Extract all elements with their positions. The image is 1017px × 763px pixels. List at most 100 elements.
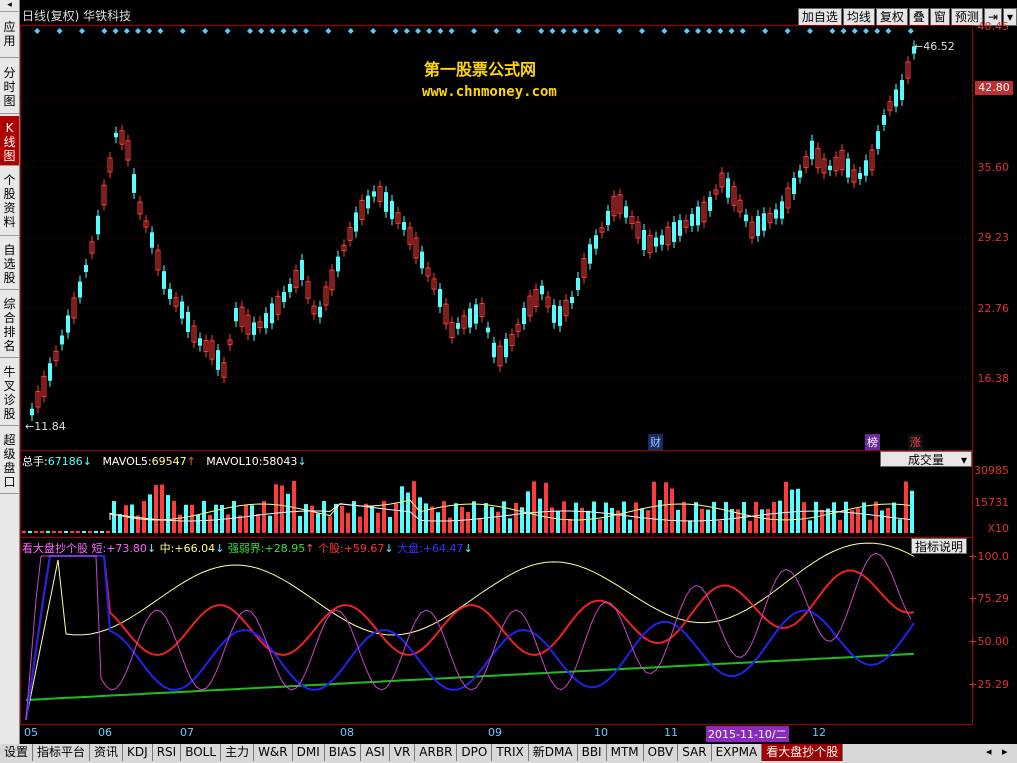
candle-body	[690, 214, 694, 226]
volume-bar	[844, 501, 848, 533]
indicator-tab[interactable]: RSI	[153, 744, 182, 761]
indicator-tab[interactable]: ASI	[361, 744, 390, 761]
volume-bar	[172, 501, 176, 533]
candle-body	[876, 131, 880, 149]
volume-bar	[406, 492, 410, 533]
candle-body	[894, 89, 898, 107]
month-label: 09	[488, 726, 502, 739]
volume-bar	[640, 508, 644, 533]
volume-bar	[688, 520, 692, 533]
month-label: 12	[812, 726, 826, 739]
chart-canvas[interactable]	[0, 0, 1017, 763]
signal-diamond-icon	[717, 28, 724, 34]
signal-diamond-icon	[347, 28, 354, 34]
indicator-tab[interactable]: TRIX	[492, 744, 529, 761]
volume-bar	[358, 516, 362, 533]
finance-tag[interactable]: 财	[648, 434, 663, 450]
indicator-tab[interactable]: 指标平台	[33, 744, 91, 761]
list-tag[interactable]: 榜	[865, 434, 880, 450]
signal-diamond-icon	[258, 28, 265, 34]
volume-bar	[322, 501, 326, 533]
volume-bar	[790, 489, 794, 533]
indicator-tab[interactable]: OBV	[644, 744, 679, 761]
indicator-tab[interactable]: SAR	[678, 744, 712, 761]
indicator-tab[interactable]: 新DMA	[529, 744, 578, 761]
candle-body	[168, 289, 172, 299]
volume-bar	[28, 531, 32, 533]
candle-body	[486, 327, 490, 333]
volume-bar	[748, 520, 752, 533]
candle-body	[552, 305, 556, 323]
stock-line	[25, 555, 915, 721]
signal-diamond-icon	[840, 28, 847, 34]
indicator-tab[interactable]: 看大盘抄个股	[762, 744, 844, 761]
cursor-date-label: 2015-11-10/二	[706, 726, 789, 742]
month-label: 07	[180, 726, 194, 739]
candle-body	[696, 206, 700, 226]
volume-bar	[202, 501, 206, 533]
signal-diamond-icon	[179, 28, 186, 34]
candle-body	[594, 235, 598, 249]
indicator-tab[interactable]: ARBR	[415, 744, 458, 761]
volume-axis-label: 15731	[974, 496, 1009, 509]
indicator-tab[interactable]: MTM	[607, 744, 644, 761]
volume-bar	[760, 509, 764, 533]
volume-bar	[196, 514, 200, 533]
candle-body	[576, 277, 580, 291]
indicator-tab[interactable]: 设置	[0, 744, 34, 761]
indicator-tab[interactable]: 主力	[221, 744, 255, 761]
scroll-right-icon[interactable]: ▸	[1002, 745, 1008, 758]
indicator-axis-label: +75.29	[968, 592, 1009, 605]
signal-diamond-icon	[807, 28, 813, 34]
volume-bar	[214, 504, 218, 533]
signal-diamond-icon	[34, 28, 41, 34]
volume-bar	[796, 488, 800, 533]
limit-up-tag[interactable]: 涨	[908, 434, 923, 450]
indicator-tab[interactable]: BIAS	[325, 744, 362, 761]
signal-diamond-icon	[571, 28, 578, 34]
indicator-tab[interactable]: EXPMA	[712, 744, 763, 761]
volume-bar	[118, 514, 122, 533]
indicator-tab[interactable]: DMI	[293, 744, 325, 761]
volume-indicator-select[interactable]: 成交量 ▾	[880, 451, 972, 467]
signal-diamond-icon	[907, 28, 914, 34]
candle-body	[372, 191, 376, 197]
candle-body	[354, 212, 358, 232]
signal-diamond-icon	[471, 28, 477, 34]
signal-diamond-icon	[885, 28, 892, 34]
candle-body	[162, 271, 166, 289]
signal-diamond-icon	[56, 28, 63, 34]
indicator-tab[interactable]: KDJ	[123, 744, 153, 761]
volume-bar	[262, 501, 266, 533]
signal-diamond-icon	[739, 28, 746, 34]
volume-bar	[850, 510, 854, 533]
indicator-tab[interactable]: W&R	[254, 744, 293, 761]
volume-bar	[244, 504, 248, 533]
indicator-help-button[interactable]: 指标说明	[911, 538, 968, 554]
volume-bar	[874, 501, 878, 533]
volume-bar	[280, 485, 284, 533]
volume-bar	[370, 506, 374, 533]
volume-bar	[250, 505, 254, 533]
candle-body	[468, 308, 472, 328]
volume-bar	[604, 502, 608, 533]
candle-body	[336, 256, 340, 272]
indicator-tab[interactable]: BOLL	[181, 744, 222, 761]
signal-diamond-icon	[661, 28, 668, 34]
candle-body	[402, 222, 406, 230]
indicator-tab[interactable]: 资讯	[90, 744, 124, 761]
short-line	[25, 552, 912, 721]
volume-bar	[886, 508, 890, 533]
signal-diamond-icon	[583, 28, 589, 34]
high-marker: ←46.52	[914, 40, 955, 53]
volume-bar	[274, 484, 278, 533]
signal-diamond-icon	[325, 28, 332, 34]
candle-body	[234, 308, 238, 322]
candle-body	[288, 283, 292, 293]
indicator-tab[interactable]: DPO	[457, 744, 493, 761]
scroll-left-icon[interactable]: ◂	[986, 745, 992, 758]
indicator-tab[interactable]: BBI	[578, 744, 607, 761]
volume-bar	[868, 519, 872, 533]
candle-body	[522, 307, 526, 325]
indicator-tab[interactable]: VR	[390, 744, 416, 761]
